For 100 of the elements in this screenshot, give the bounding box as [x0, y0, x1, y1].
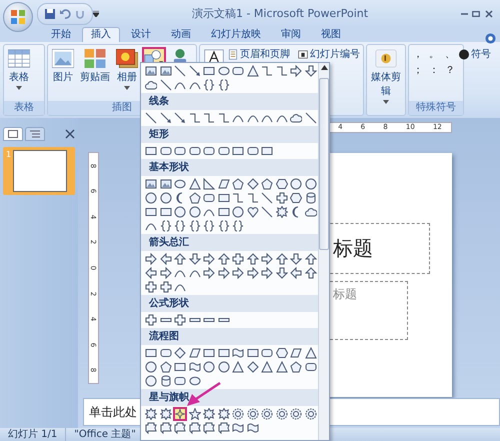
pentagon-shape[interactable]	[289, 360, 303, 374]
right-triangle-shape[interactable]	[202, 177, 216, 191]
banner-shape[interactable]	[202, 421, 216, 435]
arrow-shape[interactable]	[188, 64, 202, 78]
oval-shape[interactable]	[173, 177, 187, 191]
ribbon-small-button[interactable]: 幻灯片编号	[298, 47, 360, 61]
star-shape[interactable]	[188, 407, 202, 421]
left-arrow-shape[interactable]	[158, 252, 172, 266]
up-arrow-shape[interactable]	[173, 252, 187, 266]
right-arrow-shape[interactable]	[260, 252, 274, 266]
diamond-shape[interactable]	[246, 177, 260, 191]
right-arrow-shape[interactable]	[202, 252, 216, 266]
burst-shape[interactable]	[144, 407, 158, 421]
elbow-connector-shape[interactable]	[260, 64, 274, 78]
triangle-shape[interactable]	[246, 64, 260, 78]
cross-shape[interactable]	[173, 313, 187, 327]
diamond-shape[interactable]	[246, 360, 260, 374]
ribbon-button[interactable]: 图片	[50, 47, 76, 86]
down-arrow-shape[interactable]	[274, 266, 288, 280]
ribbon-tab[interactable]: 开始	[42, 27, 80, 42]
ribbon-tab[interactable]: 幻灯片放映	[202, 27, 270, 42]
seal-shape[interactable]	[231, 407, 245, 421]
triangle-shape[interactable]	[304, 346, 318, 360]
pentagon-shape[interactable]	[158, 360, 172, 374]
ribbon-button[interactable]: 相册	[114, 47, 140, 92]
elbow-connector-shape[interactable]	[274, 64, 288, 78]
symbol-button[interactable]: ；	[411, 63, 425, 77]
rectangle-shape[interactable]	[202, 346, 216, 360]
up-arrow-shape[interactable]	[304, 266, 318, 280]
picture-frame-shape[interactable]	[158, 64, 172, 78]
diamond-shape[interactable]	[173, 346, 187, 360]
up-arrow-shape[interactable]	[246, 252, 260, 266]
ribbon-button[interactable]: 媒体剪辑	[369, 47, 403, 106]
picture-frame-shape[interactable]	[158, 177, 172, 191]
down-arrow-shape[interactable]	[304, 64, 318, 78]
panel-tab[interactable]	[3, 126, 23, 140]
up-arrow-shape[interactable]	[274, 252, 288, 266]
scroll-thumb[interactable]	[319, 78, 329, 250]
panel-tab[interactable]	[25, 126, 45, 140]
arrow-shape[interactable]	[173, 111, 187, 125]
rounded-rectangle-shape[interactable]	[158, 346, 172, 360]
cylinder-shape[interactable]	[304, 191, 318, 205]
elbow-connector-shape[interactable]	[231, 191, 245, 205]
symbol-button[interactable]: ？	[443, 63, 457, 77]
rounded-rectangle-shape[interactable]	[158, 144, 172, 158]
symbol-button[interactable]: 。	[427, 47, 441, 61]
cloud-shape[interactable]	[289, 111, 303, 125]
ribbon-tab[interactable]: 设计	[122, 27, 160, 42]
ribbon-button[interactable]: 剪贴画	[78, 47, 112, 86]
elbow-connector-shape[interactable]	[188, 111, 202, 125]
brace-shape[interactable]	[231, 219, 245, 233]
circle-shape[interactable]	[304, 177, 318, 191]
rectangle-shape[interactable]	[216, 205, 230, 219]
picture-frame-shape[interactable]	[144, 64, 158, 78]
ribbon-tab[interactable]: 审阅	[272, 27, 310, 42]
right-arrow-shape[interactable]	[144, 252, 158, 266]
cloud-shape[interactable]	[144, 78, 158, 92]
arrow-shape[interactable]	[158, 111, 172, 125]
burst-shape[interactable]	[216, 407, 230, 421]
cross-shape[interactable]	[144, 313, 158, 327]
burst-shape[interactable]	[274, 205, 288, 219]
hexagon-shape[interactable]	[274, 177, 288, 191]
hexagon-shape[interactable]	[289, 191, 303, 205]
right-arrow-shape[interactable]	[289, 64, 303, 78]
circle-shape[interactable]	[202, 360, 216, 374]
parallelogram-shape[interactable]	[289, 346, 303, 360]
rounded-rectangle-shape[interactable]	[260, 346, 274, 360]
rectangle-shape[interactable]	[216, 191, 230, 205]
brace-shape[interactable]	[216, 219, 230, 233]
brace-shape[interactable]	[173, 219, 187, 233]
cross-shape[interactable]	[158, 280, 172, 294]
elbow-connector-shape[interactable]	[246, 191, 260, 205]
ribbon-tab[interactable]: 动画	[162, 27, 200, 42]
cross-shape[interactable]	[274, 191, 288, 205]
parallelogram-shape[interactable]	[188, 346, 202, 360]
cross-shape[interactable]	[231, 252, 245, 266]
rounded-rectangle-shape[interactable]	[173, 144, 187, 158]
burst-shape[interactable]	[158, 407, 172, 421]
left-arrow-shape[interactable]	[289, 266, 303, 280]
up-arrow-shape[interactable]	[304, 252, 318, 266]
rounded-rectangle-shape[interactable]	[216, 144, 230, 158]
brace-shape[interactable]	[188, 219, 202, 233]
rectangle-shape[interactable]	[144, 346, 158, 360]
brace-shape[interactable]	[216, 78, 230, 92]
right-arrow-shape[interactable]	[231, 266, 245, 280]
wave-shape[interactable]	[231, 421, 245, 435]
four-point-star-shape[interactable]	[173, 407, 187, 421]
rectangle-shape[interactable]	[158, 205, 172, 219]
seal-shape[interactable]	[304, 407, 318, 421]
seal-shape[interactable]	[289, 407, 303, 421]
down-arrow-shape[interactable]	[188, 252, 202, 266]
pentagon-shape[interactable]	[260, 177, 274, 191]
brace-shape[interactable]	[158, 219, 172, 233]
triangle-shape[interactable]	[260, 360, 274, 374]
banner-shape[interactable]	[216, 421, 230, 435]
line-shape[interactable]	[144, 111, 158, 125]
wave-shape[interactable]	[188, 360, 202, 374]
elbow-connector-shape[interactable]	[216, 111, 230, 125]
burst-shape[interactable]	[202, 407, 216, 421]
rectangle-shape[interactable]	[246, 346, 260, 360]
